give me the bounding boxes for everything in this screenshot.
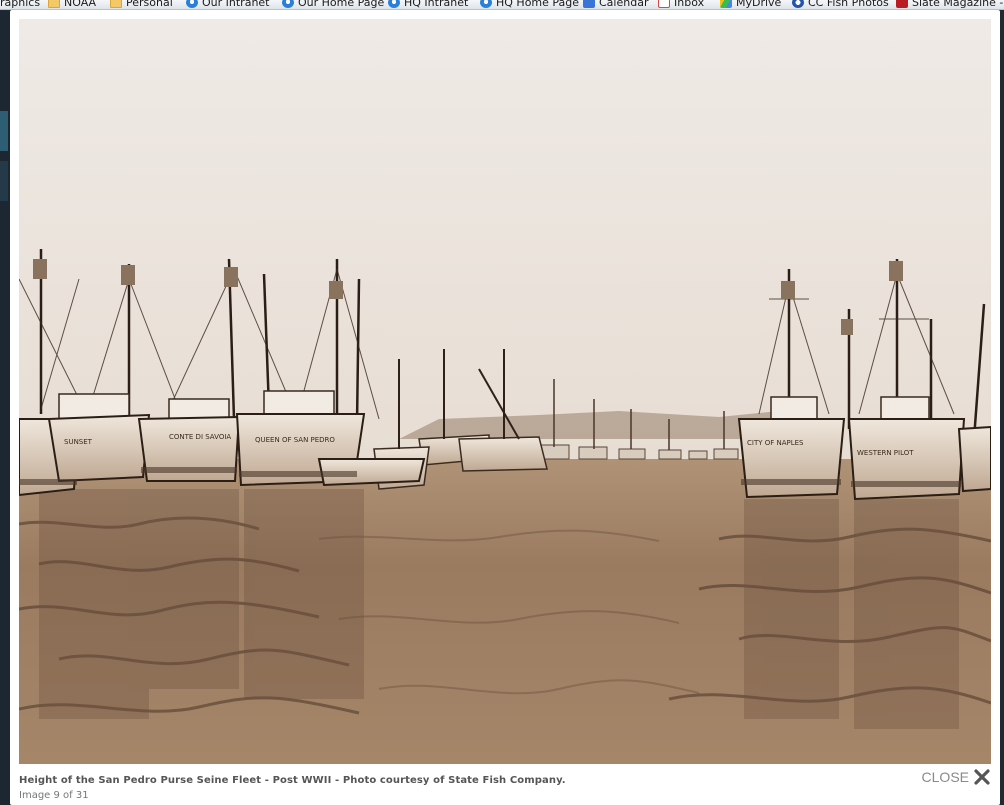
close-label: CLOSE <box>921 769 969 785</box>
bookmark-label: MyDrive <box>736 0 782 9</box>
bookmark-hq-intranet[interactable]: HQ Intranet <box>388 0 469 9</box>
bookmark-hq-home-page[interactable]: HQ Home Page <box>480 0 580 9</box>
lightbox-photo[interactable]: SUNSET CONTE DI SAVOIA QUEEN OF SAN PEDR… <box>19 19 991 764</box>
bookmark-label: HQ Home Page <box>496 0 580 9</box>
svg-text:CONTE DI SAVOIA: CONTE DI SAVOIA <box>169 433 231 441</box>
close-icon <box>973 768 991 786</box>
svg-text:WESTERN PILOT: WESTERN PILOT <box>857 449 914 457</box>
bookmark-inbox[interactable]: Inbox <box>658 0 705 9</box>
bookmark-label: Inbox <box>674 0 705 9</box>
photo-caption: Height of the San Pedro Purse Seine Flee… <box>19 775 566 786</box>
bookmark-label: Our Home Page <box>298 0 385 9</box>
folder-icon <box>48 0 60 8</box>
bookmark-personal[interactable]: Personal <box>110 0 173 9</box>
ie-icon <box>388 0 400 8</box>
bookmark-noaa[interactable]: NOAA <box>48 0 97 9</box>
svg-text:SUNSET: SUNSET <box>64 438 93 446</box>
bookmark-label: Our Intranet <box>202 0 270 9</box>
bookmark-label: raphics <box>0 0 41 9</box>
bookmarks-bar: raphics NOAA Personal Our Intranet Our H… <box>0 0 1004 10</box>
drive-icon <box>720 0 732 8</box>
lightbox-dialog: SUNSET CONTE DI SAVOIA QUEEN OF SAN PEDR… <box>10 10 1000 805</box>
bookmark-label: HQ Intranet <box>404 0 469 9</box>
svg-text:CITY OF NAPLES: CITY OF NAPLES <box>747 439 804 447</box>
mail-icon <box>658 0 670 8</box>
ie-icon <box>186 0 198 8</box>
background-page-accent <box>0 161 8 201</box>
ie-icon <box>480 0 492 8</box>
svg-text:QUEEN OF SAN PEDRO: QUEEN OF SAN PEDRO <box>255 436 335 444</box>
image-counter: Image 9 of 31 <box>19 790 89 801</box>
bookmark-label: Personal <box>126 0 173 9</box>
bookmark-our-home-page[interactable]: Our Home Page <box>282 0 385 9</box>
bookmark-label: Slate Magazine - F <box>912 0 1004 9</box>
harbor-photo-image: SUNSET CONTE DI SAVOIA QUEEN OF SAN PEDR… <box>19 19 991 764</box>
bookmark-calendar[interactable]: Calendar <box>583 0 649 9</box>
folder-icon <box>110 0 122 8</box>
slate-icon <box>896 0 908 8</box>
ie-icon <box>282 0 294 8</box>
bookmark-label: Calendar <box>599 0 649 9</box>
bookmark-mydrive[interactable]: MyDrive <box>720 0 782 9</box>
background-page-accent <box>0 111 8 151</box>
bookmark-slate-magazine[interactable]: Slate Magazine - F <box>896 0 1004 9</box>
fish-icon <box>792 0 804 8</box>
bookmark-label: NOAA <box>64 0 97 9</box>
calendar-icon <box>583 0 595 8</box>
bookmark-cc-fish-photos[interactable]: CC Fish Photos <box>792 0 889 9</box>
close-button[interactable]: CLOSE <box>922 766 991 788</box>
bookmark-graphics[interactable]: raphics <box>0 0 41 9</box>
bookmark-label: CC Fish Photos <box>808 0 889 9</box>
bookmark-our-intranet[interactable]: Our Intranet <box>186 0 270 9</box>
